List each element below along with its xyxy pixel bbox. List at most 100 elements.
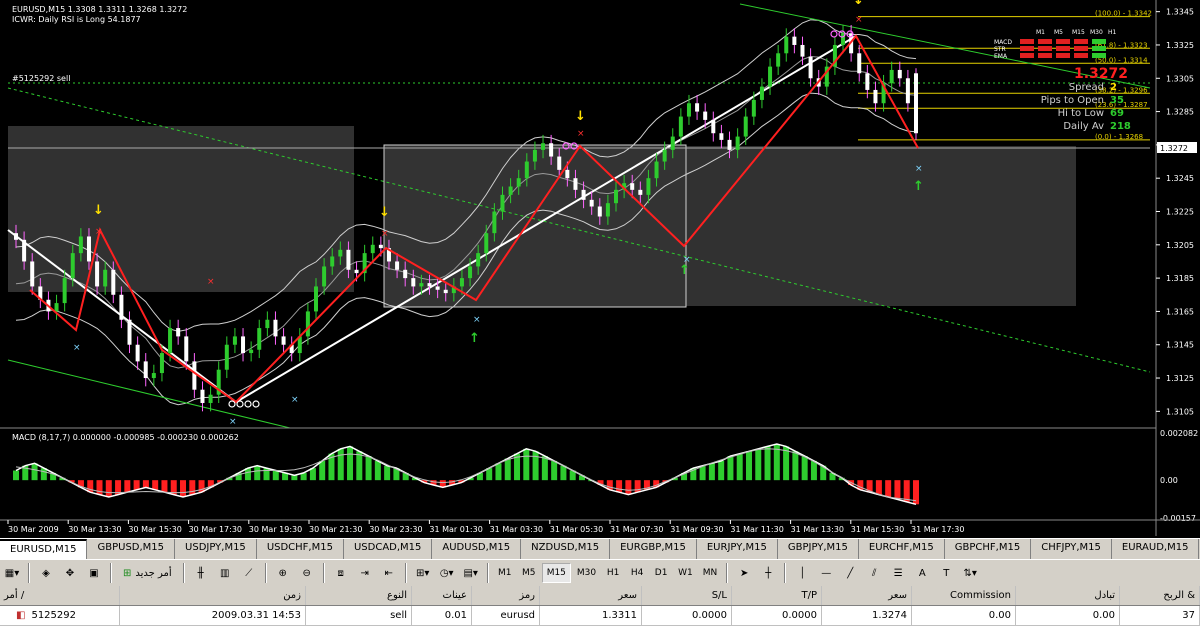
tab-eurusd-m15[interactable]: EURUSD,M15 xyxy=(0,539,88,560)
tab-audusd-m15[interactable]: AUDUSD,M15 xyxy=(432,539,522,560)
tab-eurgbp-m15[interactable]: EURGBP,M15 xyxy=(610,539,697,560)
timeframe-m1-button[interactable]: M1 xyxy=(494,563,516,583)
navigator-icon[interactable]: ▣ xyxy=(83,563,105,583)
candle-body xyxy=(103,269,108,287)
candle-body xyxy=(70,253,75,279)
candle-body xyxy=(605,203,610,217)
macd-bar xyxy=(319,460,326,481)
profiles-icon[interactable]: ◈ xyxy=(35,563,57,583)
zoom-in-icon[interactable]: ⊕ xyxy=(272,563,294,583)
column-header[interactable]: Commission xyxy=(912,586,1016,605)
timeframe-h1-button[interactable]: H1 xyxy=(602,563,624,583)
candle-chart-icon[interactable]: ▥ xyxy=(214,563,236,583)
arrows-icon[interactable]: ⇅▾ xyxy=(959,563,981,583)
tab-eurjpy-m15[interactable]: EURJPY,M15 xyxy=(697,539,778,560)
info-value: 218 xyxy=(1110,121,1131,132)
equidistant-channel-icon[interactable]: ⫽ xyxy=(863,563,885,583)
price-tick-label: 1.3245 xyxy=(1166,174,1194,183)
timeframe-m5-button[interactable]: M5 xyxy=(518,563,540,583)
time-tick-label: 31 Mar 15:30 xyxy=(851,525,904,534)
tab-euraud-m15[interactable]: EURAUD,M15 xyxy=(1112,539,1200,560)
tab-gbpjpy-m15[interactable]: GBPJPY,M15 xyxy=(778,539,859,560)
candle-body xyxy=(273,319,278,337)
new-order-icon: ⊞ xyxy=(123,567,132,579)
timeframe-buttons: M1 M5 M15 M30 H1 H4 D1 W1 MN xyxy=(493,563,723,583)
column-header[interactable]: سعر xyxy=(540,586,642,605)
candle-body xyxy=(403,269,408,279)
cross-marker-icon: × xyxy=(381,229,389,239)
autoscroll-icon[interactable]: ⇥ xyxy=(354,563,376,583)
tile-windows-icon[interactable]: ⧈ xyxy=(330,563,352,583)
column-header[interactable]: الربح & xyxy=(1120,586,1200,605)
cursor-icon[interactable]: ➤ xyxy=(733,563,755,583)
timeframe-w1-button[interactable]: W1 xyxy=(674,563,697,583)
tf-header: H1 xyxy=(1108,29,1117,36)
down-arrow-icon: ↓ xyxy=(575,109,586,124)
table-cell: 0.01 xyxy=(412,606,472,625)
column-header[interactable]: رمز xyxy=(472,586,540,605)
text-label-icon[interactable]: T xyxy=(935,563,957,583)
macd-bar xyxy=(560,465,567,481)
column-header[interactable]: أمر / xyxy=(0,586,120,605)
timeframe-m15-button[interactable]: M15 xyxy=(541,563,571,583)
column-header[interactable]: عينات xyxy=(412,586,472,605)
candle-body xyxy=(614,189,618,204)
column-header[interactable]: T/P xyxy=(732,586,822,605)
macd-bar xyxy=(495,463,502,481)
indicator-name: STR xyxy=(994,46,1006,53)
candle-body xyxy=(865,73,870,90)
chart-shift-icon[interactable]: ⇤ xyxy=(378,563,400,583)
text-icon[interactable]: A xyxy=(911,563,933,583)
line-chart-icon[interactable]: ⟋ xyxy=(238,563,260,583)
candle-body xyxy=(346,249,351,270)
signal-cell xyxy=(1092,46,1106,51)
fibonacci-icon[interactable]: ☰ xyxy=(887,563,909,583)
tab-usdchf-m15[interactable]: USDCHF,M15 xyxy=(257,539,344,560)
cross-marker-icon: × xyxy=(95,227,103,237)
macd-bar xyxy=(272,470,279,481)
periods-icon[interactable]: ◷▾ xyxy=(436,563,458,583)
signal-cell xyxy=(1074,39,1088,44)
timeframe-m30-button[interactable]: M30 xyxy=(573,563,600,583)
candle-body xyxy=(508,186,513,195)
tab-usdcad-m15[interactable]: USDCAD,M15 xyxy=(344,539,433,560)
tab-usdjpy-m15[interactable]: USDJPY,M15 xyxy=(175,539,257,560)
signal-cell xyxy=(1074,53,1088,58)
timeframe-d1-button[interactable]: D1 xyxy=(650,563,672,583)
bar-chart-icon[interactable]: ╫ xyxy=(190,563,212,583)
indicators-icon[interactable]: ⊞▾ xyxy=(412,563,434,583)
tab-eurchf-m15[interactable]: EURCHF,M15 xyxy=(859,539,945,560)
vertical-line-icon[interactable]: │ xyxy=(791,563,813,583)
candle-body xyxy=(78,236,83,254)
info-value: 2 xyxy=(1110,82,1117,93)
timeframe-mn-button[interactable]: MN xyxy=(699,563,722,583)
zoom-out-icon[interactable]: ⊖ xyxy=(296,563,318,583)
crosshair-move-icon[interactable]: ✥ xyxy=(59,563,81,583)
column-header[interactable]: زمن xyxy=(120,586,306,605)
crosshair-icon[interactable]: ┼ xyxy=(757,563,779,583)
timeframe-h4-button[interactable]: H4 xyxy=(626,563,648,583)
tab-gbpusd-m15[interactable]: GBPUSD,M15 xyxy=(87,539,176,560)
candle-body xyxy=(549,143,554,157)
table-row[interactable]: ◧ 5125292 2009.03.31 14:53 sell 0.01 eurusd 1.… xyxy=(0,606,1200,626)
macd-bar xyxy=(31,463,38,481)
trendline-icon[interactable]: ╱ xyxy=(839,563,861,583)
tab-nzdusd-m15[interactable]: NZDUSD,M15 xyxy=(521,539,611,560)
column-header[interactable]: النوع xyxy=(306,586,412,605)
column-header[interactable]: سعر xyxy=(822,586,912,605)
horizontal-line-icon[interactable]: — xyxy=(815,563,837,583)
price-chart[interactable]: (100.0) - 1.3342(61.8) - 1.3323(38.2) - … xyxy=(0,0,1200,536)
tab-gbpchf-m15[interactable]: GBPCHF,M15 xyxy=(945,539,1032,560)
templates-icon[interactable]: ▤▾ xyxy=(460,563,482,583)
tab-chfjpy-m15[interactable]: CHFJPY,M15 xyxy=(1031,539,1112,560)
candle-body xyxy=(176,328,181,337)
column-header[interactable]: تبادل xyxy=(1016,586,1120,605)
time-tick-label: 30 Mar 15:30 xyxy=(128,525,181,534)
candle-body xyxy=(581,189,586,200)
price-tick-label: 1.3325 xyxy=(1166,41,1194,50)
candle-body xyxy=(500,194,505,212)
macd-bar xyxy=(801,456,808,481)
new-order-button[interactable]: ⊞ أمر جديد xyxy=(117,563,178,583)
column-header[interactable]: S/L xyxy=(642,586,732,605)
new-chart-icon[interactable]: ▦▾ xyxy=(1,563,23,583)
